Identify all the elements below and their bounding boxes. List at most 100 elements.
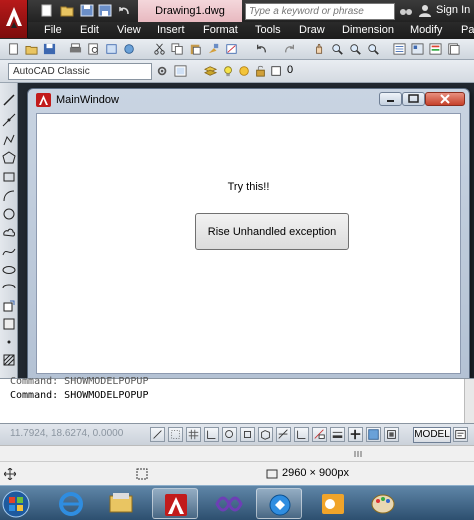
maximize-button[interactable] xyxy=(402,92,425,106)
sign-in-link[interactable]: Sign In xyxy=(436,4,470,16)
save-icon[interactable] xyxy=(80,4,94,17)
polyline-icon[interactable] xyxy=(2,133,16,147)
snap-mode-icon[interactable] xyxy=(168,427,183,442)
polar-tracking-icon[interactable] xyxy=(222,427,237,442)
user-icon[interactable] xyxy=(418,4,432,17)
rectangle-icon[interactable] xyxy=(2,170,16,184)
taskbar-visual-studio[interactable] xyxy=(206,488,252,519)
quick-properties-icon[interactable] xyxy=(366,427,381,442)
paste-icon[interactable] xyxy=(188,42,203,56)
taskbar-paint[interactable] xyxy=(360,488,406,519)
plot-preview-icon[interactable] xyxy=(86,42,101,56)
arc-icon[interactable] xyxy=(2,189,16,203)
properties-icon[interactable] xyxy=(392,42,407,56)
close-button[interactable] xyxy=(425,92,465,106)
grip-icon[interactable] xyxy=(354,450,364,458)
menu-dimension[interactable]: Dimension xyxy=(342,24,394,36)
minimize-button[interactable] xyxy=(379,92,402,106)
start-button[interactable] xyxy=(0,488,40,519)
horizontal-scrollbar[interactable] xyxy=(0,445,474,461)
open-folder-icon[interactable] xyxy=(60,4,74,17)
undo-icon[interactable] xyxy=(254,42,269,56)
3d-dwf-icon[interactable] xyxy=(122,42,137,56)
zoom-realtime-icon[interactable] xyxy=(330,42,345,56)
workspace-dropdown[interactable]: AutoCAD Classic xyxy=(8,63,152,80)
tool-palettes-icon[interactable] xyxy=(428,42,443,56)
object-snap-tracking-icon[interactable] xyxy=(276,427,291,442)
transparency-icon[interactable] xyxy=(348,427,363,442)
move-icon[interactable] xyxy=(4,468,16,480)
layer-unlock-icon[interactable] xyxy=(253,64,268,78)
rise-unhandled-exception-button[interactable]: Rise Unhandled exception xyxy=(195,213,349,250)
match-properties-icon[interactable] xyxy=(206,42,221,56)
layer-thaw-icon[interactable] xyxy=(237,64,252,78)
construction-line-icon[interactable] xyxy=(2,113,16,127)
taskbar-remote[interactable] xyxy=(256,488,302,519)
save-icon[interactable] xyxy=(42,42,57,56)
zoom-previous-icon[interactable] xyxy=(366,42,381,56)
line-icon[interactable] xyxy=(2,93,16,107)
menu-modify[interactable]: Modify xyxy=(410,24,442,36)
infer-constraints-icon[interactable] xyxy=(150,427,165,442)
grid-display-icon[interactable] xyxy=(186,427,201,442)
ellipse-arc-icon[interactable] xyxy=(2,281,16,295)
autocad-logo-button[interactable] xyxy=(0,0,28,38)
search-input[interactable]: Type a keyword or phrase xyxy=(245,3,395,20)
binoculars-icon[interactable] xyxy=(399,4,413,17)
menu-view[interactable]: View xyxy=(117,24,141,36)
cut-icon[interactable] xyxy=(152,42,167,56)
dynamic-input-icon[interactable] xyxy=(312,427,327,442)
save-as-icon[interactable] xyxy=(98,4,112,17)
publish-icon[interactable] xyxy=(104,42,119,56)
my-workspace-icon[interactable] xyxy=(173,64,188,78)
redo-icon[interactable] xyxy=(282,42,297,56)
3d-object-snap-icon[interactable] xyxy=(258,427,273,442)
current-layer-value[interactable]: 0 xyxy=(287,64,293,76)
menu-tools[interactable]: Tools xyxy=(255,24,281,36)
coordinates-readout[interactable]: 11.7924, 18.6274, 0.0000 xyxy=(10,428,123,439)
layout-icon[interactable] xyxy=(453,427,468,442)
dynamic-ucs-icon[interactable] xyxy=(294,427,309,442)
plot-icon[interactable] xyxy=(68,42,83,56)
taskbar-ie[interactable] xyxy=(48,488,94,519)
command-line[interactable]: Command: SHOWMODELPOPUP Command: SHOWMOD… xyxy=(0,376,474,424)
menu-draw[interactable]: Draw xyxy=(299,24,325,36)
menu-edit[interactable]: Edit xyxy=(80,24,99,36)
circle-icon[interactable] xyxy=(2,207,16,221)
object-snap-icon[interactable] xyxy=(240,427,255,442)
ortho-mode-icon[interactable] xyxy=(204,427,219,442)
menu-parametric[interactable]: Pa xyxy=(461,24,474,36)
block-editor-icon[interactable] xyxy=(224,42,239,56)
command-scrollbar[interactable] xyxy=(464,379,474,424)
layer-properties-icon[interactable] xyxy=(203,64,218,78)
lineweight-icon[interactable] xyxy=(330,427,345,442)
menu-insert[interactable]: Insert xyxy=(157,24,185,36)
taskbar-outlook[interactable] xyxy=(310,488,356,519)
revision-cloud-icon[interactable] xyxy=(2,226,16,240)
taskbar-explorer[interactable] xyxy=(98,488,144,519)
new-file-icon[interactable] xyxy=(40,4,54,17)
workspace-settings-icon[interactable] xyxy=(155,64,170,78)
point-icon[interactable] xyxy=(2,335,16,349)
model-space-button[interactable]: MODEL xyxy=(413,427,451,443)
spline-icon[interactable] xyxy=(2,245,16,259)
design-center-icon[interactable] xyxy=(410,42,425,56)
selection-cycling-icon[interactable] xyxy=(384,427,399,442)
sheet-set-icon[interactable] xyxy=(446,42,461,56)
zoom-window-icon[interactable] xyxy=(348,42,363,56)
undo-icon[interactable] xyxy=(117,4,131,17)
qnew-icon[interactable] xyxy=(6,42,21,56)
selection-icon[interactable] xyxy=(136,468,148,480)
ellipse-icon[interactable] xyxy=(2,263,16,277)
open-icon[interactable] xyxy=(24,42,39,56)
polygon-icon[interactable] xyxy=(2,151,16,165)
layer-on-icon[interactable] xyxy=(221,64,236,78)
menu-file[interactable]: File xyxy=(44,24,62,36)
hatch-icon[interactable] xyxy=(2,353,16,367)
copy-icon[interactable] xyxy=(170,42,185,56)
taskbar-autocad[interactable] xyxy=(152,488,198,519)
pan-icon[interactable] xyxy=(312,42,327,56)
make-block-icon[interactable] xyxy=(2,317,16,331)
menu-format[interactable]: Format xyxy=(203,24,238,36)
insert-block-icon[interactable] xyxy=(2,299,16,313)
